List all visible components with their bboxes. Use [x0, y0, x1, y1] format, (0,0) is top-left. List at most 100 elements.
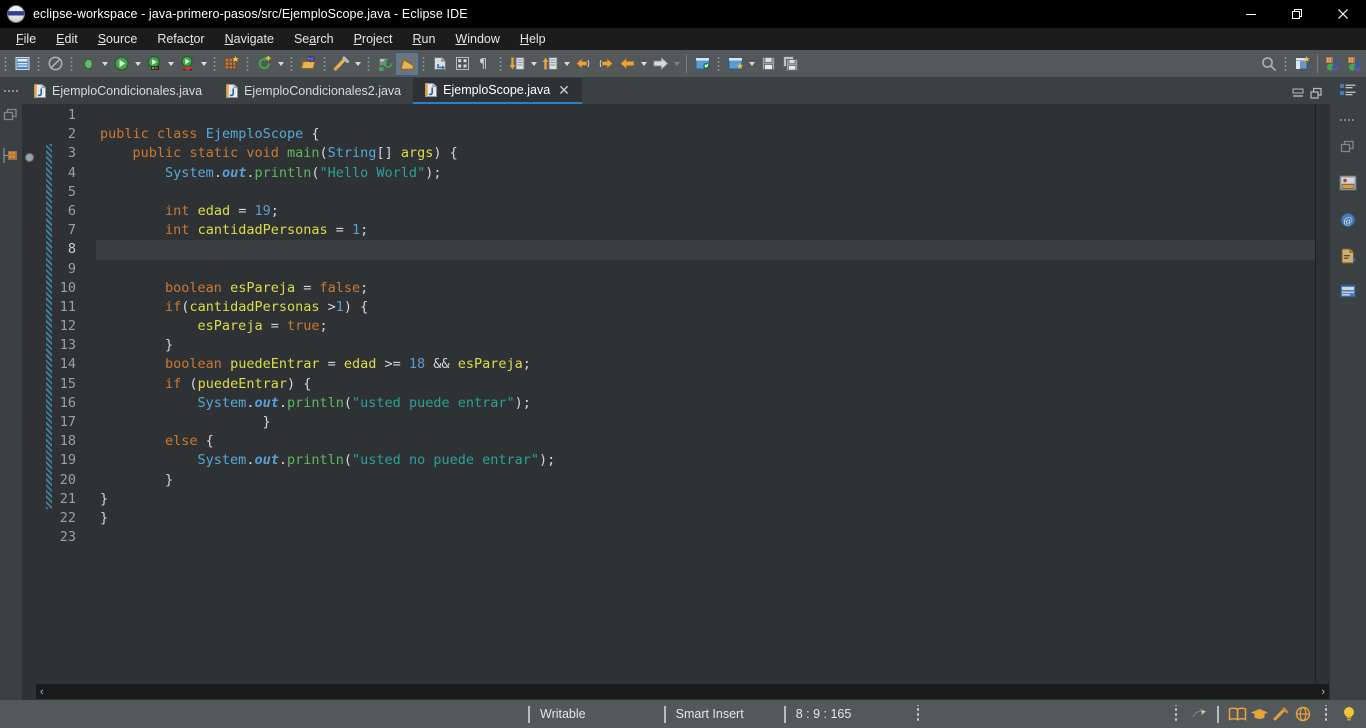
- close-button[interactable]: [1320, 0, 1366, 28]
- code-line[interactable]: [96, 528, 1315, 547]
- quick-fix-icon[interactable]: [330, 53, 352, 75]
- folding-column[interactable]: [82, 104, 96, 683]
- toolbar-grip[interactable]: [35, 54, 42, 73]
- graduation-cap-icon[interactable]: [1248, 703, 1270, 725]
- scroll-left-arrow[interactable]: ‹: [40, 686, 44, 698]
- menu-item-search[interactable]: Search: [284, 30, 344, 48]
- search-icon[interactable]: [1258, 53, 1280, 75]
- back-arrow-icon[interactable]: [616, 53, 638, 75]
- new-java-class-icon[interactable]: [429, 53, 451, 75]
- code-line[interactable]: public class EjemploScope {: [96, 125, 1315, 144]
- forward-dropdown-arrow[interactable]: [671, 53, 682, 75]
- new-java-project-icon[interactable]: [220, 53, 242, 75]
- status-overflow-handle[interactable]: [914, 705, 923, 723]
- back-dropdown-arrow[interactable]: [638, 53, 649, 75]
- run-icon[interactable]: [110, 53, 132, 75]
- maximize-button[interactable]: [1274, 0, 1320, 28]
- overview-ruler[interactable]: [1316, 104, 1330, 683]
- code-line[interactable]: else {: [96, 432, 1315, 451]
- code-line[interactable]: }: [96, 471, 1315, 490]
- new-wizard-icon[interactable]: [11, 53, 33, 75]
- minimize-view-icon[interactable]: [1292, 86, 1304, 104]
- horizontal-scrollbar[interactable]: ‹ ›: [22, 683, 1330, 700]
- menu-item-window[interactable]: Window: [445, 30, 509, 48]
- code-line[interactable]: boolean esPareja = false;: [96, 279, 1315, 298]
- menu-item-navigate[interactable]: Navigate: [215, 30, 284, 48]
- newfolder-dropdown-arrow[interactable]: [746, 53, 757, 75]
- open-task-icon[interactable]: [451, 53, 473, 75]
- declaration-icon[interactable]: [1339, 247, 1357, 270]
- code-line[interactable]: System.out.println("usted puede entrar")…: [96, 394, 1315, 413]
- console-icon[interactable]: [1339, 283, 1357, 304]
- book-icon[interactable]: [1226, 703, 1248, 725]
- code-line[interactable]: [96, 106, 1315, 125]
- debug-icon[interactable]: [77, 53, 99, 75]
- menu-item-edit[interactable]: Edit: [46, 30, 88, 48]
- status-trim-handle[interactable]: [1172, 705, 1180, 723]
- save-icon[interactable]: [757, 53, 779, 75]
- refresh-dropdown-arrow[interactable]: [275, 53, 286, 75]
- open-type-icon[interactable]: [297, 53, 319, 75]
- code-text[interactable]: public class EjemploScope { public stati…: [96, 104, 1315, 683]
- debug-dropdown-arrow[interactable]: [99, 53, 110, 75]
- toolbar-grip[interactable]: [365, 54, 372, 73]
- open-perspective-icon[interactable]: [1291, 53, 1313, 75]
- forward-arrow-icon[interactable]: [649, 53, 671, 75]
- back-history-icon[interactable]: [572, 53, 594, 75]
- toolbar-grip[interactable]: [715, 54, 722, 73]
- show-whitespace-icon[interactable]: ¶: [473, 53, 495, 75]
- coverage-dropdown-arrow[interactable]: [165, 53, 176, 75]
- new-package-icon[interactable]: [691, 53, 713, 75]
- code-line[interactable]: esPareja = true;: [96, 317, 1315, 336]
- save-all-icon[interactable]: [779, 53, 801, 75]
- skip-breakpoints-icon[interactable]: [374, 53, 396, 75]
- no-entry-icon[interactable]: [44, 53, 66, 75]
- toolbar-grip[interactable]: [211, 54, 218, 73]
- maximize-view-icon[interactable]: [1310, 86, 1322, 104]
- toolbar-grip[interactable]: [497, 54, 504, 73]
- code-line[interactable]: [96, 260, 1315, 279]
- restore-view-icon[interactable]: [3, 107, 19, 128]
- java-browsing-perspective-icon[interactable]: [1344, 53, 1366, 75]
- code-line[interactable]: }: [96, 490, 1315, 509]
- java-perspective-tab-icon[interactable]: [1322, 53, 1344, 75]
- external-tools-dropdown-arrow[interactable]: [198, 53, 209, 75]
- toolbar-grip[interactable]: [321, 54, 328, 73]
- javadoc-icon[interactable]: @: [1339, 211, 1357, 234]
- problems-icon[interactable]: [1338, 173, 1358, 198]
- code-line[interactable]: }: [96, 336, 1315, 355]
- outline-icon[interactable]: [1339, 82, 1357, 103]
- toolbar-grip[interactable]: [1282, 54, 1289, 73]
- toolbar-grip[interactable]: [68, 54, 75, 73]
- toolbar-grip[interactable]: [2, 54, 9, 73]
- code-line[interactable]: }: [96, 509, 1315, 528]
- toolbar-grip[interactable]: [420, 54, 427, 73]
- run-dropdown-arrow[interactable]: [132, 53, 143, 75]
- menu-item-project[interactable]: Project: [344, 30, 403, 48]
- code-line[interactable]: int cantidadPersonas = 1;: [96, 221, 1315, 240]
- next-annotation-icon[interactable]: [506, 53, 528, 75]
- horizontal-scroll-track[interactable]: ‹ ›: [36, 684, 1329, 699]
- toolbar-grip[interactable]: [288, 54, 295, 73]
- code-line[interactable]: [96, 240, 1315, 259]
- quickfix-dropdown-arrow[interactable]: [352, 53, 363, 75]
- minimize-button[interactable]: [1228, 0, 1274, 28]
- menu-item-help[interactable]: Help: [510, 30, 556, 48]
- code-line[interactable]: System.out.println("Hello World");: [96, 164, 1315, 183]
- lightbulb-icon[interactable]: [1338, 703, 1360, 725]
- menu-item-run[interactable]: Run: [402, 30, 445, 48]
- next-annotation-dropdown-arrow[interactable]: [528, 53, 539, 75]
- toolbar-grip[interactable]: [244, 54, 251, 73]
- quick-access-icon[interactable]: [1188, 703, 1210, 725]
- scroll-right-arrow[interactable]: ›: [1321, 686, 1325, 698]
- code-line[interactable]: public static void main(String[] args) {: [96, 144, 1315, 163]
- marker-column[interactable]: [22, 104, 40, 683]
- new-folder-icon[interactable]: [724, 53, 746, 75]
- package-explorer-icon[interactable]: [2, 145, 20, 172]
- tab-close-icon[interactable]: ✕: [558, 83, 570, 97]
- code-line[interactable]: boolean puedeEntrar = edad >= 18 && esPa…: [96, 355, 1315, 374]
- menu-item-file[interactable]: File: [6, 30, 46, 48]
- code-line[interactable]: System.out.println("usted no puede entra…: [96, 451, 1315, 470]
- previous-annotation-dropdown-arrow[interactable]: [561, 53, 572, 75]
- status-extra-handle[interactable]: [1322, 705, 1330, 723]
